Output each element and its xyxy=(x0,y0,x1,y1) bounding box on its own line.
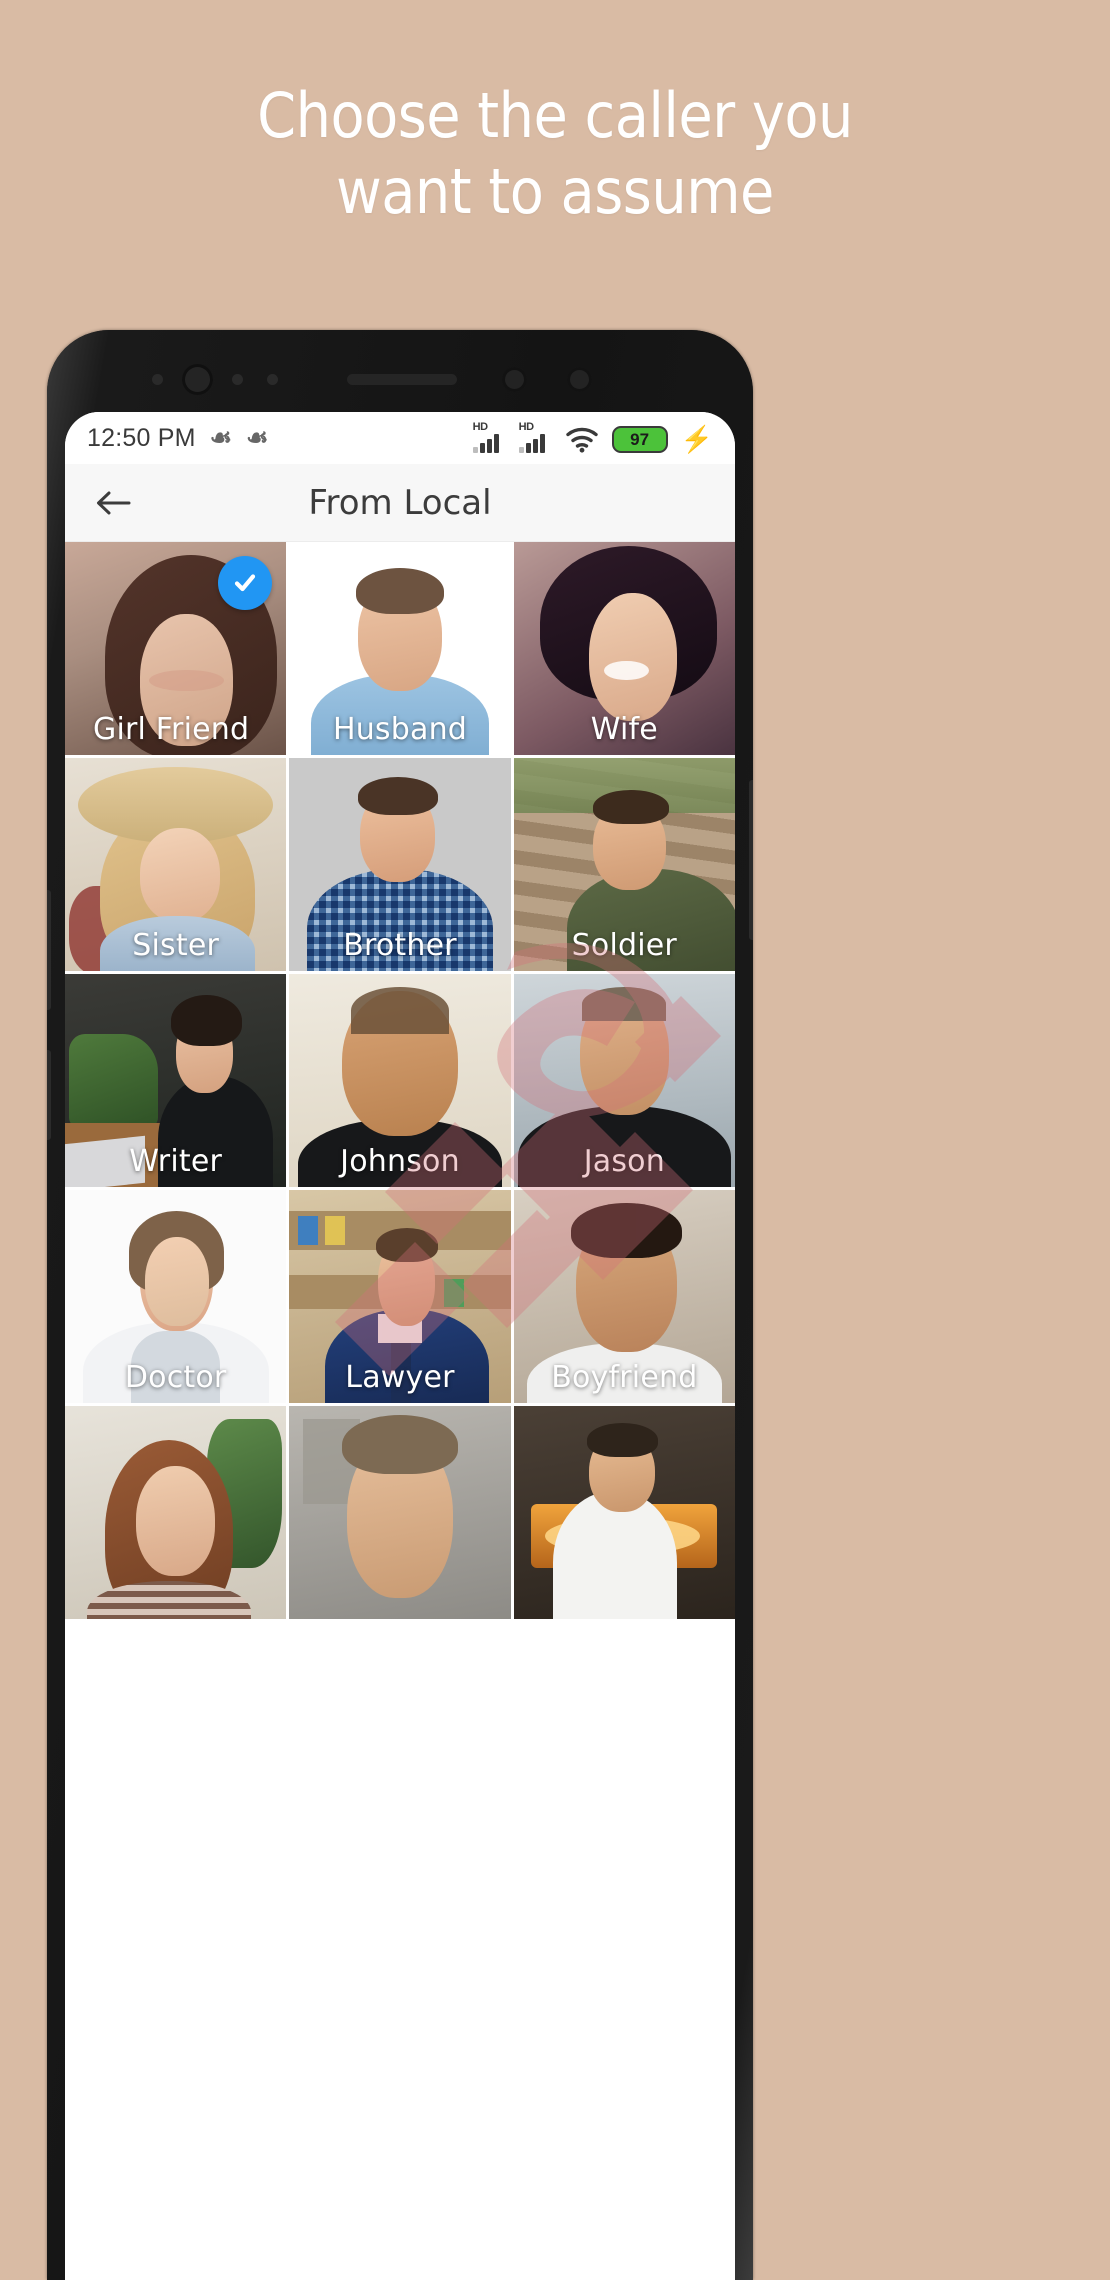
caller-card-label: Boyfriend xyxy=(551,1360,698,1395)
caller-card-row5-2[interactable] xyxy=(289,1406,511,1619)
caller-card-label: Husband xyxy=(332,712,468,747)
battery-indicator: 97 xyxy=(611,426,668,453)
promo-headline: Choose the caller you want to assume xyxy=(0,78,1110,230)
caller-card-writer[interactable]: Writer xyxy=(65,974,287,1187)
sensor-dot-icon xyxy=(232,374,243,385)
wifi-icon xyxy=(565,425,599,453)
phone-screen: 12:50 PM ☙ ☙ HD HD 97 ⚡ From Local Girl … xyxy=(65,412,735,2280)
battery-percent-label: 97 xyxy=(630,429,650,449)
signal-bars-sim1-icon: HD xyxy=(472,421,506,453)
ambient-light-sensor-icon xyxy=(567,367,592,392)
caller-card-boyfriend[interactable]: Boyfriend xyxy=(513,1190,735,1403)
p-icon: ☙ xyxy=(246,423,269,452)
caller-card-label: Sister xyxy=(132,928,220,963)
headline-line-2: want to assume xyxy=(336,155,774,228)
caller-card-soldier[interactable]: Soldier xyxy=(513,758,735,971)
caller-card-label: Writer xyxy=(129,1144,223,1179)
sensor-dot-icon xyxy=(267,374,278,385)
volume-down-button[interactable] xyxy=(47,1050,51,1140)
sensor-dot-icon xyxy=(152,374,163,385)
caller-card-brother[interactable]: Brother xyxy=(289,758,511,971)
caller-card-johnson[interactable]: Johnson xyxy=(289,974,511,1187)
caller-card-label: Johnson xyxy=(340,1144,460,1179)
caller-card-husband[interactable]: Husband xyxy=(289,542,511,755)
status-bar: 12:50 PM ☙ ☙ HD HD 97 ⚡ xyxy=(65,412,735,464)
phone-mockup: 12:50 PM ☙ ☙ HD HD 97 ⚡ From Local Girl … xyxy=(47,330,753,2280)
page-title: From Local xyxy=(308,482,492,523)
status-bar-right: HD HD 97 ⚡ xyxy=(472,421,713,454)
caller-card-label: Wife xyxy=(590,712,658,747)
caller-card-sister[interactable]: Sister xyxy=(65,758,287,971)
volume-up-button[interactable] xyxy=(47,890,51,1010)
caller-card-row5-1[interactable] xyxy=(65,1406,287,1619)
p-icon: ☙ xyxy=(209,423,233,452)
back-button[interactable] xyxy=(65,488,161,518)
caller-grid: Girl Friend Husband Wife Sister Brother … xyxy=(65,542,735,1619)
caller-card-row5-3[interactable] xyxy=(513,1406,735,1619)
lightning-bolt-icon: ⚡ xyxy=(680,424,713,454)
status-bar-left: 12:50 PM ☙ ☙ xyxy=(87,424,268,453)
caller-card-label: Doctor xyxy=(124,1360,227,1395)
caller-card-label: Girl Friend xyxy=(93,712,250,747)
caller-card-label: Lawyer xyxy=(345,1360,455,1395)
caller-card-girl-friend[interactable]: Girl Friend xyxy=(65,542,287,755)
check-icon xyxy=(235,574,256,592)
selected-check-badge xyxy=(218,556,273,610)
headline-line-1: Choose the caller you xyxy=(257,79,853,152)
front-camera-icon xyxy=(182,364,213,395)
hd-label-sim2: HD xyxy=(518,421,534,433)
caller-card-label: Jason xyxy=(583,1144,665,1179)
caller-card-wife[interactable]: Wife xyxy=(513,542,735,755)
caller-photo xyxy=(65,1406,287,1619)
caller-card-lawyer[interactable]: Lawyer xyxy=(289,1190,511,1403)
status-bar-clock: 12:50 PM xyxy=(87,423,196,452)
power-button[interactable] xyxy=(749,780,753,940)
proximity-sensor-icon xyxy=(502,367,527,392)
caller-card-jason[interactable]: Jason xyxy=(513,974,735,1187)
caller-photo xyxy=(289,1406,511,1619)
caller-card-label: Brother xyxy=(343,928,457,963)
caller-card-label: Soldier xyxy=(571,928,677,963)
caller-photo xyxy=(513,1406,735,1619)
earpiece-speaker xyxy=(347,374,457,385)
signal-bars-sim2-icon: HD xyxy=(518,421,552,453)
hd-label-sim1: HD xyxy=(472,421,488,433)
app-bar: From Local xyxy=(65,464,735,542)
sensor-row xyxy=(47,358,753,412)
back-arrow-icon xyxy=(97,491,131,514)
caller-card-doctor[interactable]: Doctor xyxy=(65,1190,287,1403)
